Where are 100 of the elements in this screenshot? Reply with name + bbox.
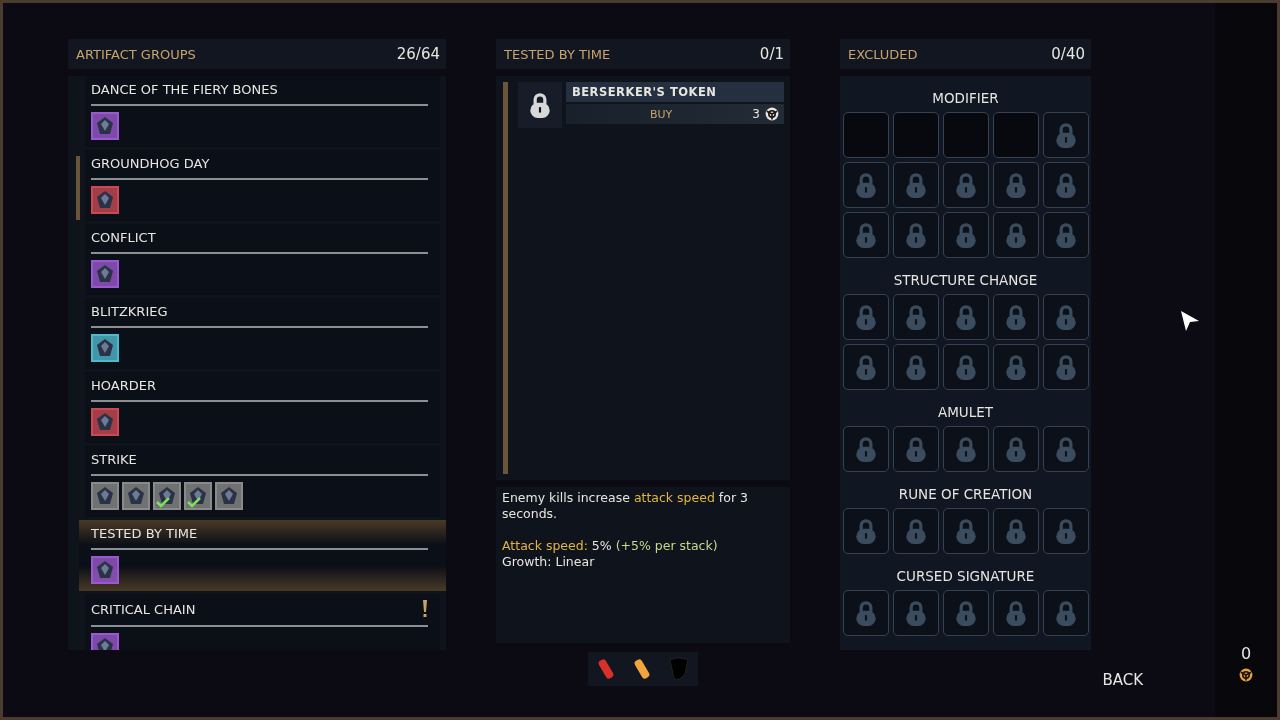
group-title: HOARDER	[91, 378, 156, 393]
exclusion-slot[interactable]	[1042, 162, 1089, 208]
exclusion-slot[interactable]	[892, 508, 939, 554]
exclusion-slot[interactable]	[992, 426, 1039, 472]
exclusion-slot[interactable]	[942, 426, 989, 472]
group-row[interactable]: DANCE OF THE FIERY BONES	[85, 76, 440, 147]
exclusion-slot[interactable]	[942, 212, 989, 258]
exclusion-slot[interactable]	[892, 112, 939, 158]
lock-icon	[1004, 599, 1027, 627]
lock-icon	[954, 599, 977, 627]
panel-title: EXCLUDED	[848, 46, 918, 62]
lock-icon	[954, 517, 977, 545]
description-text: Attack speed: 5% (+5% per stack)	[502, 538, 719, 554]
group-title: GROUNDHOG DAY	[91, 156, 210, 171]
lock-icon	[1054, 303, 1077, 331]
exclusion-slot[interactable]	[1042, 426, 1089, 472]
exclusion-slot[interactable]	[1042, 508, 1089, 554]
artifact-icon[interactable]	[91, 482, 119, 510]
lock-icon	[904, 171, 927, 199]
currency-amount: 0	[1240, 644, 1252, 663]
section-title: STRUCTURE CHANGE	[892, 272, 1039, 288]
cursor-icon	[1179, 309, 1201, 333]
coin-icon	[764, 106, 780, 122]
exclusion-slot[interactable]	[1042, 294, 1089, 340]
exclusion-slot[interactable]	[842, 344, 889, 390]
exclusion-slot[interactable]	[892, 162, 939, 208]
exclusion-slot[interactable]	[842, 426, 889, 472]
exclusion-slot[interactable]	[842, 162, 889, 208]
group-row[interactable]: CRITICAL CHAIN	[85, 594, 440, 650]
lock-icon	[854, 353, 877, 381]
group-row[interactable]: HOARDER	[85, 372, 440, 443]
lock-icon	[529, 91, 551, 119]
exclusion-slot[interactable]	[942, 112, 989, 158]
lock-icon	[1004, 171, 1027, 199]
exclusion-slot[interactable]	[942, 590, 989, 636]
exclusion-slot[interactable]	[892, 344, 939, 390]
exclusion-slot[interactable]	[992, 112, 1039, 158]
exclusion-slot[interactable]	[992, 344, 1039, 390]
lock-icon	[954, 303, 977, 331]
panel-count: 0/40	[1051, 45, 1085, 63]
exclusion-slot[interactable]	[842, 590, 889, 636]
exclusion-slot[interactable]	[892, 426, 939, 472]
group-title: CRITICAL CHAIN	[91, 601, 196, 617]
group-title: DANCE OF THE FIERY BONES	[91, 82, 278, 97]
lock-icon	[904, 303, 927, 331]
description-text: Enemy kills increase attack speed for 3 seconds.	[502, 490, 749, 522]
exclusion-slot[interactable]	[842, 212, 889, 258]
exclusion-slot[interactable]	[842, 112, 889, 158]
price-value: 3	[752, 107, 760, 121]
lock-icon	[854, 435, 877, 463]
exclusion-slot[interactable]	[1042, 344, 1089, 390]
shield-icon[interactable]	[668, 656, 690, 682]
panel-title: ARTIFACT GROUPS	[76, 46, 196, 62]
exclusion-slot[interactable]	[992, 508, 1039, 554]
back-button[interactable]: BACK	[1098, 669, 1147, 691]
lock-icon	[904, 353, 927, 381]
artifact-icon[interactable]	[184, 482, 212, 510]
exclusion-slot[interactable]	[942, 294, 989, 340]
lock-icon	[1004, 221, 1027, 249]
lock-icon	[1054, 121, 1077, 149]
lock-icon	[1054, 353, 1077, 381]
description-text: Growth: Linear	[502, 554, 596, 570]
lock-icon	[1054, 599, 1077, 627]
group-row[interactable]: GROUNDHOG DAY	[85, 150, 440, 221]
lock-icon	[954, 353, 977, 381]
artifact-icon[interactable]	[91, 334, 119, 362]
artifact-slot[interactable]	[518, 82, 562, 128]
exclusion-slot[interactable]	[842, 294, 889, 340]
exclusion-slot[interactable]	[842, 508, 889, 554]
lock-icon	[954, 171, 977, 199]
exclusion-slot[interactable]	[892, 590, 939, 636]
buy-button[interactable]: BUY	[570, 107, 753, 121]
panel-count: 0/1	[759, 45, 784, 63]
artifact-icon[interactable]	[122, 482, 150, 510]
lock-icon	[904, 517, 927, 545]
section-title: AMULET	[936, 404, 995, 420]
group-row[interactable]: TESTED BY TIME	[79, 520, 446, 591]
exclusion-slot[interactable]	[942, 508, 989, 554]
lock-icon	[904, 435, 927, 463]
exclusion-slot[interactable]	[992, 294, 1039, 340]
group-row[interactable]: CONFLICT	[85, 224, 440, 295]
exclusion-slot[interactable]	[1042, 112, 1089, 158]
exclusion-slot[interactable]	[1042, 212, 1089, 258]
group-row[interactable]: STRIKE	[85, 446, 440, 517]
lock-icon	[854, 221, 877, 249]
lock-icon	[1054, 171, 1077, 199]
exclusion-slot[interactable]	[942, 344, 989, 390]
scroll-thumb[interactable]	[76, 156, 80, 220]
artifact-icon[interactable]	[153, 482, 181, 510]
group-row[interactable]: BLITZKRIEG	[85, 298, 440, 369]
exclusion-slot[interactable]	[892, 212, 939, 258]
exclusion-slot[interactable]	[892, 294, 939, 340]
lock-icon	[1004, 353, 1027, 381]
lock-icon	[1004, 517, 1027, 545]
exclusion-slot[interactable]	[942, 162, 989, 208]
exclusion-slot[interactable]	[1042, 590, 1089, 636]
exclusion-slot[interactable]	[992, 162, 1039, 208]
exclusion-slot[interactable]	[992, 212, 1039, 258]
exclusion-slot[interactable]	[992, 590, 1039, 636]
artifact-icon[interactable]	[215, 482, 243, 510]
